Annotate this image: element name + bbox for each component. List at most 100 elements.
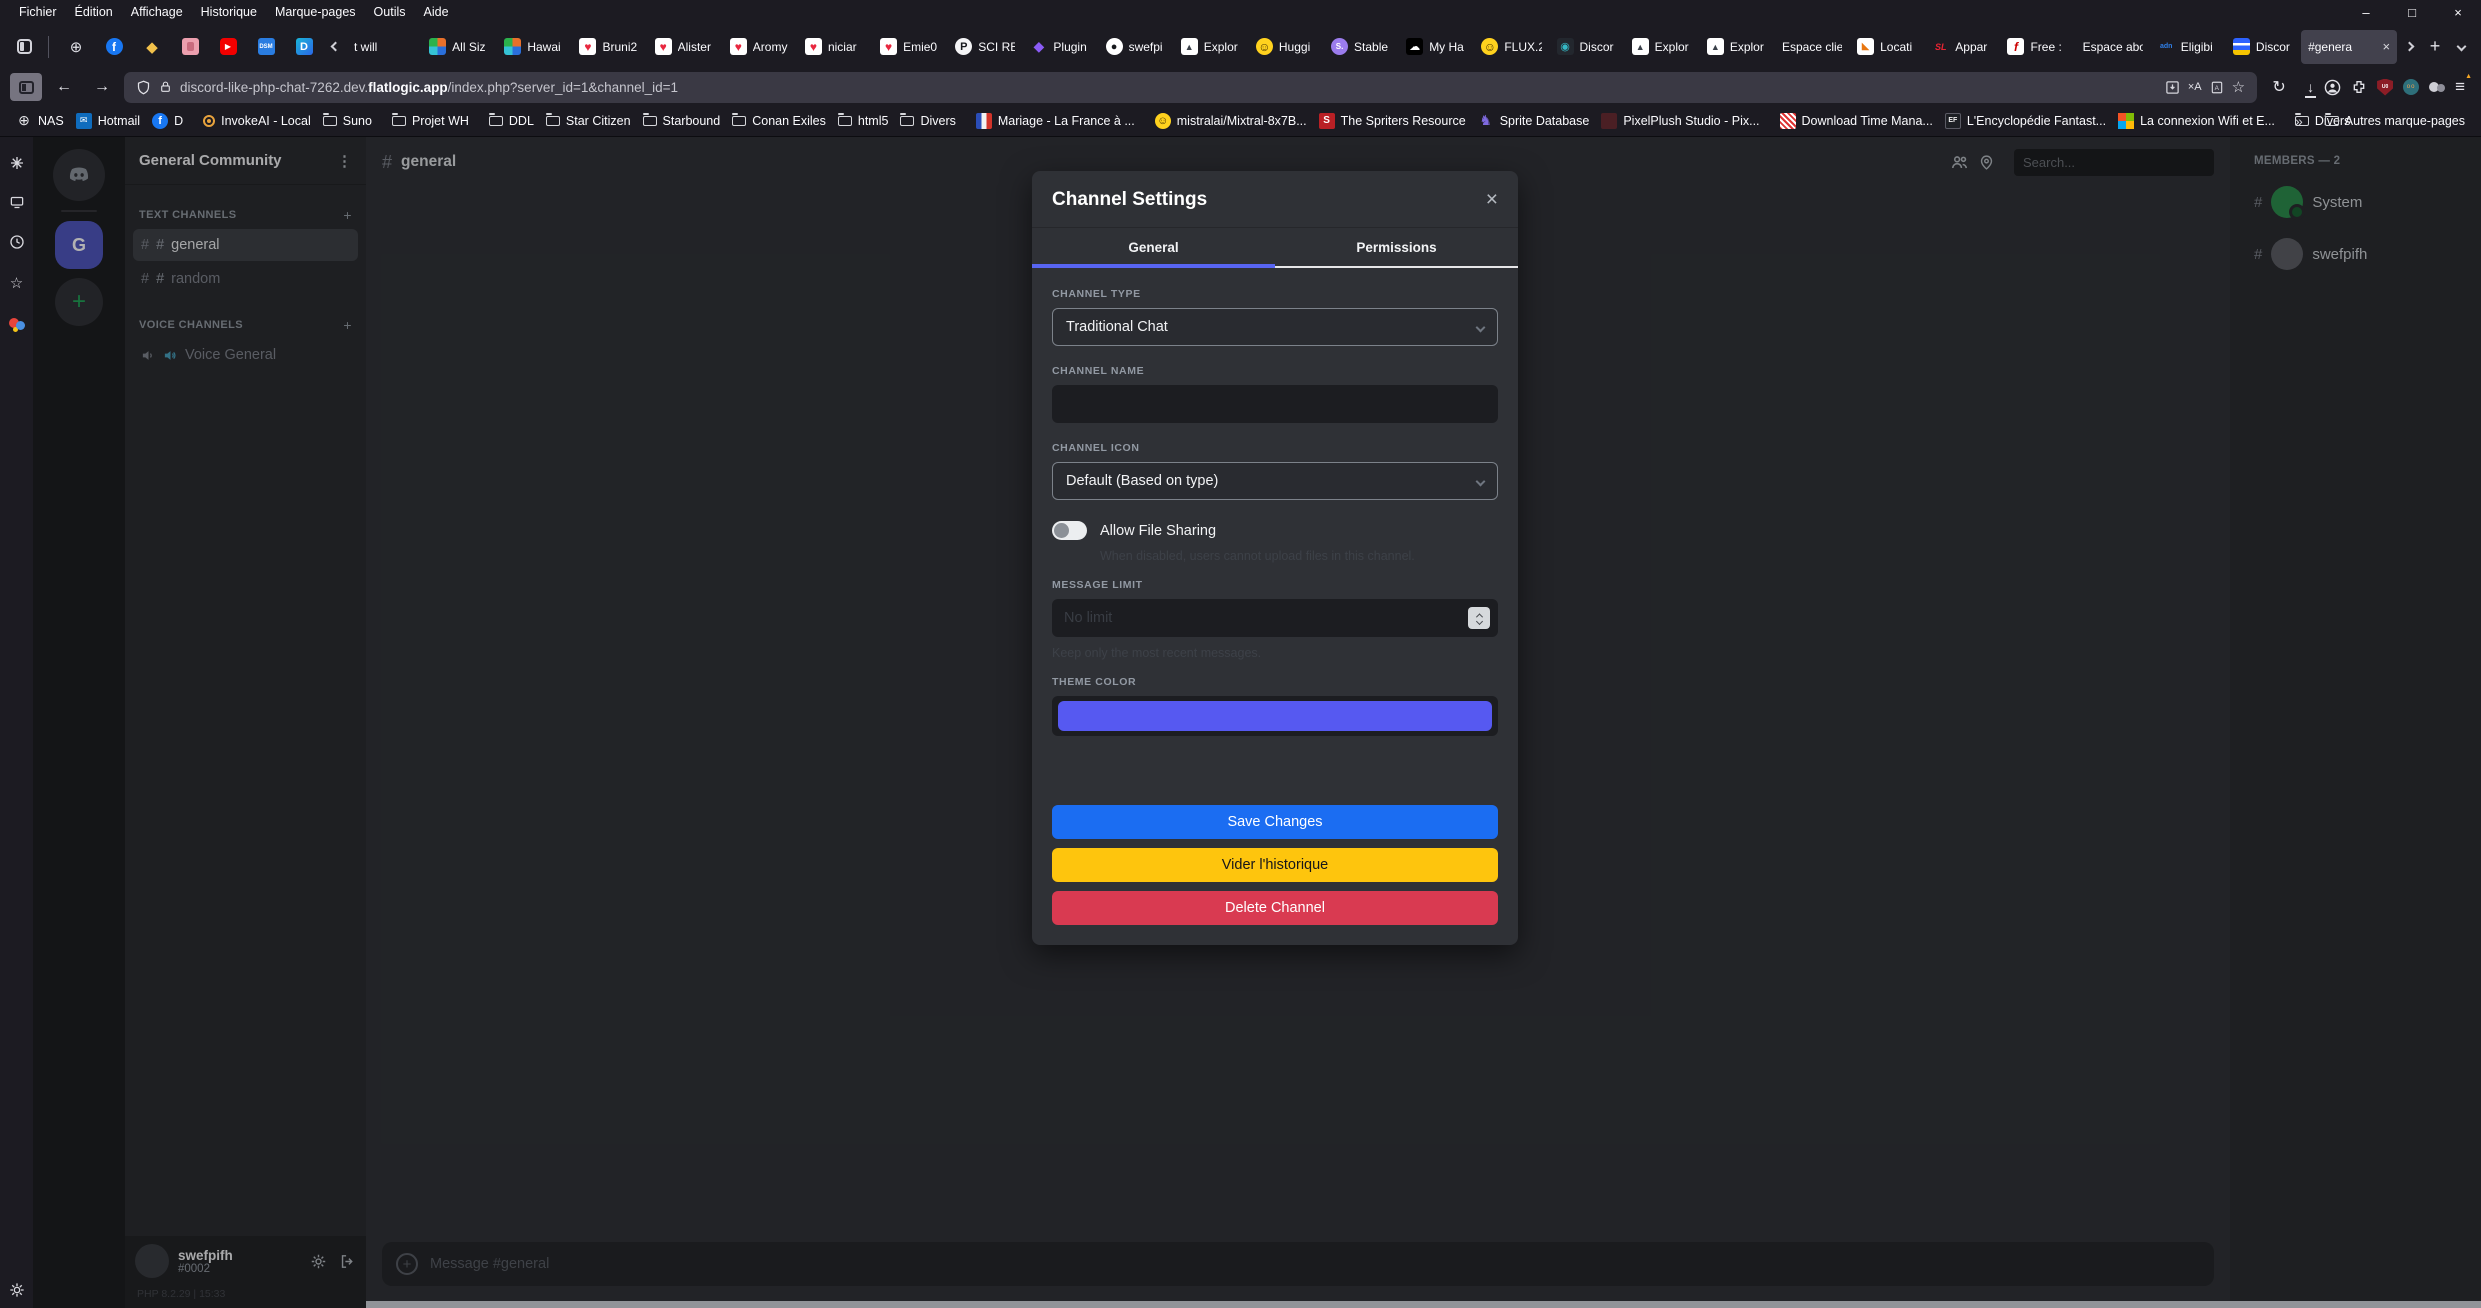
pinned-tab[interactable] xyxy=(95,30,133,64)
scroll-tabs-left-button[interactable] xyxy=(323,31,347,63)
modal-close-icon[interactable]: × xyxy=(1486,188,1498,212)
extensions-puzzle-icon[interactable] xyxy=(2351,79,2367,95)
reload-button[interactable]: ↻ xyxy=(2263,73,2295,101)
browser-tab[interactable]: FLUX.2 × xyxy=(1474,30,1548,64)
lock-icon[interactable] xyxy=(159,80,172,94)
browser-tab[interactable]: Explor × xyxy=(1625,30,1699,64)
browser-tab[interactable]: Discor × xyxy=(1550,30,1624,64)
back-button[interactable]: ← xyxy=(48,73,80,101)
menu-item[interactable]: Affichage xyxy=(122,5,192,19)
bookmark-item[interactable]: Starbound xyxy=(637,111,727,131)
bookmark-item[interactable]: DDL xyxy=(483,111,540,131)
channel-icon-select[interactable]: Default (Based on type) xyxy=(1052,462,1498,500)
channel-type-select[interactable]: Traditional Chat xyxy=(1052,308,1498,346)
modal-tab[interactable]: Permissions xyxy=(1275,228,1518,268)
browser-tab[interactable]: Emie0 × xyxy=(873,30,947,64)
menu-hamburger-icon[interactable]: ≡ xyxy=(2455,77,2465,97)
browser-tab[interactable]: Explor × xyxy=(1700,30,1774,64)
channel-name-input[interactable] xyxy=(1052,385,1498,423)
menu-item[interactable]: Marque-pages xyxy=(266,5,365,19)
bookmark-item[interactable]: The Spriters Resource xyxy=(1313,110,1472,132)
history-clock-icon[interactable] xyxy=(9,234,25,250)
tab-close-icon[interactable]: × xyxy=(2380,39,2390,54)
number-spinner[interactable] xyxy=(1468,607,1490,629)
browser-tab[interactable]: Espace abo × xyxy=(2076,30,2150,64)
ai-chat-icon[interactable] xyxy=(9,155,25,171)
theme-color-swatch[interactable] xyxy=(1058,701,1492,731)
browser-tab[interactable]: Alister × xyxy=(648,30,722,64)
browser-tab[interactable]: Espace clie × xyxy=(1775,30,1849,64)
pinned-tab[interactable] xyxy=(133,30,171,64)
menu-item[interactable]: Fichier xyxy=(10,5,66,19)
bookmark-item[interactable]: mistralai/Mixtral-8x7B... xyxy=(1149,110,1313,132)
scroll-tabs-right-button[interactable] xyxy=(2397,31,2421,63)
browser-tab[interactable]: SCI RE × xyxy=(948,30,1022,64)
pinned-tab[interactable] xyxy=(171,30,209,64)
bookmark-item[interactable]: Download Time Mana... xyxy=(1774,110,1939,132)
shield-icon[interactable] xyxy=(136,80,151,95)
robot-extension-icon[interactable]: oo xyxy=(2403,79,2419,95)
browser-tab[interactable]: #genera × xyxy=(2301,30,2397,64)
maximize-button[interactable]: □ xyxy=(2389,0,2435,25)
browser-tab[interactable]: t will × xyxy=(347,30,421,64)
bookmark-item[interactable]: html5 xyxy=(832,111,895,131)
browser-tab[interactable]: Explor × xyxy=(1174,30,1248,64)
menu-item[interactable]: Outils xyxy=(365,5,415,19)
browser-tab[interactable]: Locati × xyxy=(1850,30,1924,64)
clear-history-button[interactable]: Vider l'historique xyxy=(1052,848,1498,882)
browser-tab[interactable]: Plugin × xyxy=(1023,30,1097,64)
browser-tab[interactable]: My Ha × xyxy=(1399,30,1473,64)
browser-tab[interactable]: Aromy × xyxy=(723,30,797,64)
bookmark-item[interactable]: Suno xyxy=(317,111,378,131)
colorful-chat-icon[interactable] xyxy=(9,316,25,332)
bookmark-item[interactable]: InvokeAI - Local xyxy=(197,111,317,131)
downloads-icon[interactable]: ↓ xyxy=(2307,79,2314,95)
browser-tab[interactable]: niciar × xyxy=(798,30,872,64)
sidebar-toggle-button[interactable] xyxy=(10,73,42,101)
bookmark-item[interactable]: Conan Exiles xyxy=(726,111,832,131)
browser-tab[interactable]: Discor × xyxy=(2226,30,2300,64)
delete-channel-button[interactable]: Delete Channel xyxy=(1052,891,1498,925)
browser-tab[interactable]: Hawai × xyxy=(497,30,571,64)
pinned-tab[interactable] xyxy=(57,30,95,64)
browser-tab[interactable]: Bruni2 × xyxy=(572,30,646,64)
browser-tab[interactable]: Huggi × xyxy=(1249,30,1323,64)
bookmark-item[interactable]: Sprite Database xyxy=(1472,110,1596,132)
message-limit-input[interactable] xyxy=(1052,599,1498,637)
browser-tab[interactable]: Eligibi × xyxy=(2151,30,2225,64)
bookmarks-star-icon[interactable]: ☆ xyxy=(10,274,23,292)
minimize-button[interactable]: – xyxy=(2343,0,2389,25)
save-page-icon[interactable] xyxy=(2165,80,2180,95)
browser-tab[interactable]: swefpi × xyxy=(1099,30,1173,64)
theme-color-picker[interactable] xyxy=(1052,696,1498,736)
bookmark-item[interactable]: La connexion Wifi et E... xyxy=(2112,110,2281,132)
firefox-view-button[interactable] xyxy=(8,31,40,63)
browser-tab[interactable]: Stable × xyxy=(1324,30,1398,64)
gray-extension-icon[interactable] xyxy=(2429,79,2445,95)
pinned-tab[interactable] xyxy=(285,30,323,64)
account-icon[interactable] xyxy=(2324,79,2341,96)
browser-tab[interactable]: Free : × xyxy=(2000,30,2074,64)
pinned-tab[interactable] xyxy=(209,30,247,64)
ublock-extension-icon[interactable]: U0 xyxy=(2377,79,2393,96)
browser-tab[interactable]: Appar × xyxy=(1925,30,1999,64)
translate-icon[interactable]: ×A xyxy=(2188,81,2202,93)
modal-tab[interactable]: General xyxy=(1032,228,1275,268)
bookmark-item[interactable]: NAS xyxy=(10,110,70,132)
file-sharing-toggle[interactable] xyxy=(1052,521,1087,540)
browser-tab[interactable]: All Siz × xyxy=(422,30,496,64)
menu-item[interactable]: Édition xyxy=(66,5,122,19)
menu-item[interactable]: Aide xyxy=(415,5,458,19)
sidebar-settings-gear-icon[interactable] xyxy=(9,1282,25,1298)
bookmark-item[interactable]: Star Citizen xyxy=(540,111,637,131)
bookmark-item[interactable]: Projet WH xyxy=(386,111,475,131)
close-button[interactable]: × xyxy=(2435,0,2481,25)
bookmark-item[interactable]: L'Encyclopédie Fantast... xyxy=(1939,110,2112,132)
forward-button[interactable]: → xyxy=(86,73,118,101)
bookmark-item[interactable]: Mariage - La France à ... xyxy=(970,110,1141,132)
new-tab-button[interactable]: + xyxy=(2421,32,2449,62)
url-bar[interactable]: discord-like-php-chat-7262.dev.flatlogic… xyxy=(124,72,2257,103)
save-changes-button[interactable]: Save Changes xyxy=(1052,805,1498,839)
menu-item[interactable]: Historique xyxy=(192,5,266,19)
horizontal-scrollbar[interactable] xyxy=(366,1301,2481,1308)
